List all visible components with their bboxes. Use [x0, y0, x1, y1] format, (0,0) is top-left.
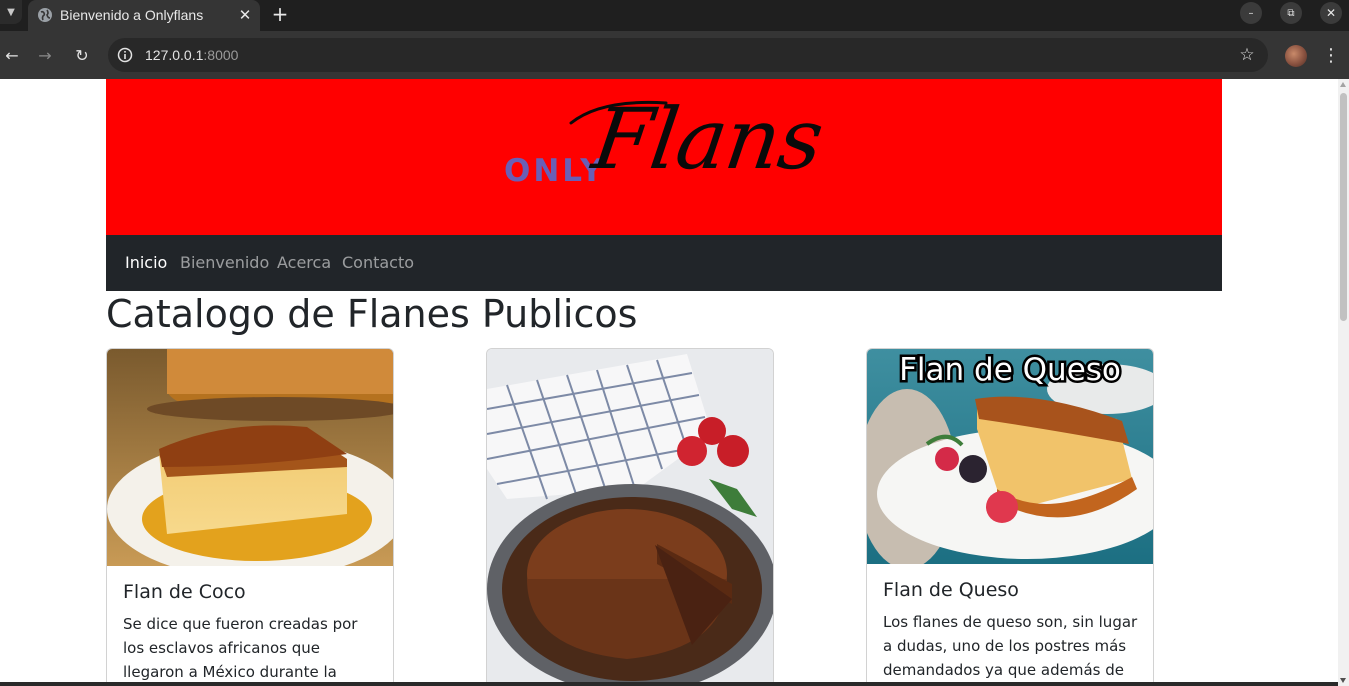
globe-icon: [38, 8, 52, 22]
scrollbar-thumb[interactable]: [1340, 93, 1347, 321]
flan-coco-image: [107, 349, 393, 566]
tab-search-chevron-icon[interactable]: ▼: [0, 0, 22, 24]
header-banner: ONLY Flans: [106, 79, 1222, 235]
flan-card: [486, 348, 774, 686]
browser-menu-kebab-icon[interactable]: ⋮: [1320, 43, 1342, 67]
main-navbar: Inicio Bienvenido Acerca Contacto: [106, 235, 1222, 291]
card-title: Flan de Coco: [123, 581, 246, 603]
forward-arrow-icon[interactable]: →: [33, 43, 57, 67]
url-text: 127.0.0.1:8000: [145, 47, 238, 63]
flan-card: Flan de Coco Se dice que fueron creadas …: [106, 348, 394, 686]
card-title: Flan de Queso: [883, 579, 1019, 601]
flan-queso-image: Flan de Queso: [867, 349, 1153, 564]
logo-flans-text: Flans: [587, 90, 829, 188]
flan-card: Flan de Queso Flan de Queso Los flanes d…: [866, 348, 1154, 686]
scroll-up-arrow-icon[interactable]: [1340, 82, 1346, 87]
page-viewport: ONLY Flans Inicio Bienvenido Acerca Cont…: [0, 79, 1349, 686]
nav-link-bienvenido[interactable]: Bienvenido: [180, 253, 269, 272]
new-tab-plus-icon[interactable]: +: [268, 2, 292, 26]
window-minimize-icon[interactable]: –: [1240, 2, 1262, 24]
browser-tab[interactable]: Bienvenido a Onlyflans ✕: [28, 0, 260, 31]
back-arrow-icon[interactable]: ←: [0, 43, 24, 67]
site-info-icon[interactable]: [117, 47, 133, 63]
page-scrollbar[interactable]: [1338, 79, 1349, 686]
nav-link-inicio[interactable]: Inicio: [125, 253, 167, 272]
page-title: Catalogo de Flanes Publicos: [106, 292, 638, 336]
card-body: Flan de Coco Se dice que fueron creadas …: [123, 581, 379, 686]
card-text: Los flanes de queso son, sin lugar a dud…: [883, 613, 1138, 686]
tab-close-icon[interactable]: ✕: [234, 4, 256, 26]
profile-avatar[interactable]: [1285, 45, 1307, 67]
address-bar[interactable]: 127.0.0.1:8000 ☆: [108, 38, 1268, 72]
nav-link-acerca[interactable]: Acerca: [277, 253, 331, 272]
bookmark-star-icon[interactable]: ☆: [1235, 43, 1259, 67]
tab-title: Bienvenido a Onlyflans: [60, 7, 204, 23]
url-port: :8000: [203, 47, 239, 63]
window-restore-icon[interactable]: ⧉: [1280, 2, 1302, 24]
reload-icon[interactable]: ↻: [70, 43, 94, 67]
url-host: 127.0.0.1: [145, 47, 204, 63]
browser-tab-strip: ▼ Bienvenido a Onlyflans ✕ + – ⧉ ✕: [0, 0, 1349, 31]
window-close-icon[interactable]: ✕: [1320, 2, 1342, 24]
card-text: Se dice que fueron creadas por los escla…: [123, 615, 358, 681]
flan-chocolate-image: [487, 349, 773, 686]
card-body: Flan de Queso Los flanes de queso son, s…: [883, 579, 1139, 686]
browser-toolbar: ← → ↻ 127.0.0.1:8000 ☆: [0, 31, 1349, 79]
scroll-down-arrow-icon[interactable]: [1340, 678, 1346, 683]
nav-link-contacto[interactable]: Contacto: [342, 253, 414, 272]
bottom-edge: [0, 682, 1338, 686]
image-caption: Flan de Queso: [899, 352, 1121, 388]
